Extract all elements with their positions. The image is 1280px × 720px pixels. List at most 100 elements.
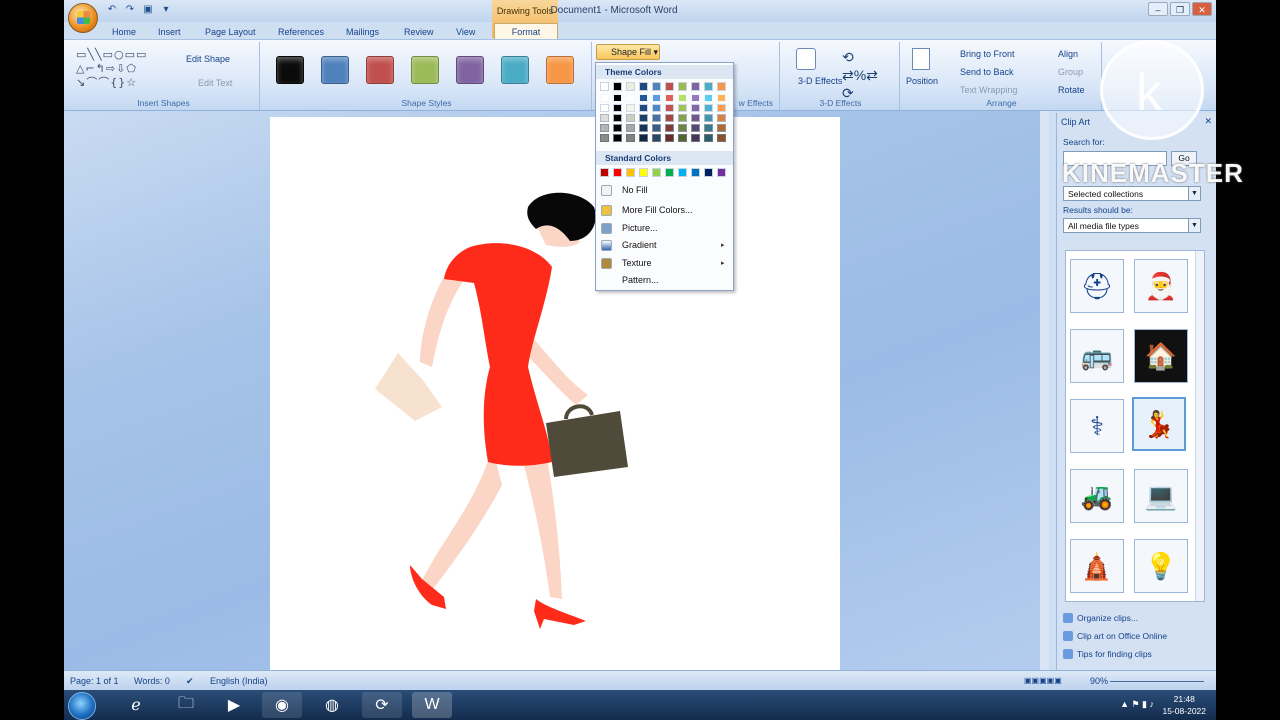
theme-color-cell[interactable] <box>691 114 700 122</box>
theme-color-cell[interactable] <box>600 82 609 91</box>
proofing-icon[interactable]: ✔ <box>186 676 194 687</box>
pattern-item[interactable]: Pattern... <box>622 275 659 285</box>
clip-santa[interactable]: 🎅 <box>1134 259 1188 313</box>
word-icon[interactable]: W <box>412 692 452 718</box>
theme-color-cell[interactable] <box>678 124 687 132</box>
shapes-gallery[interactable]: ▭╲╲▭○▭▭ △⌐↰⇨⇩⬠ ↘⌒⌒{}☆ <box>76 48 176 92</box>
theme-color-cell[interactable] <box>613 82 622 91</box>
edit-shape-button[interactable]: Edit Shape <box>186 54 230 64</box>
clip-caduceus[interactable]: ⚕ <box>1070 399 1124 453</box>
ie-icon[interactable]: ℯ <box>116 692 156 718</box>
theme-color-cell[interactable] <box>652 114 661 122</box>
theme-color-cell[interactable] <box>652 124 661 132</box>
theme-color-cell[interactable] <box>613 94 622 102</box>
results-type-dropdown[interactable]: All media file types ▼ <box>1063 218 1201 233</box>
style-swatch[interactable] <box>366 56 394 84</box>
rotate-button[interactable]: Rotate <box>1058 85 1085 95</box>
theme-color-cell[interactable] <box>639 104 648 112</box>
send-to-back-button[interactable]: Send to Back <box>960 67 1014 77</box>
theme-color-cell[interactable] <box>678 104 687 112</box>
theme-color-cell[interactable] <box>678 82 687 91</box>
style-swatch[interactable] <box>501 56 529 84</box>
minimize-button[interactable]: – <box>1148 2 1168 16</box>
firefox-icon[interactable]: ◍ <box>312 692 352 718</box>
clip-school-bus[interactable]: 🚌 <box>1070 329 1124 383</box>
zoom-slider[interactable] <box>1110 681 1204 682</box>
tray-icons[interactable]: ▲ ⚑ ▮ ♪ <box>1120 699 1154 710</box>
clip-art-online-link[interactable]: Clip art on Office Online <box>1063 631 1167 641</box>
document-page[interactable] <box>270 117 840 677</box>
threed-effects-button[interactable]: 3-D Effects <box>798 76 842 86</box>
clipart-woman-image[interactable] <box>270 117 840 677</box>
tips-link[interactable]: Tips for finding clips <box>1063 649 1152 659</box>
standard-color-cell[interactable] <box>717 168 726 177</box>
theme-color-cell[interactable] <box>639 124 648 132</box>
theme-color-cell[interactable] <box>678 134 687 142</box>
theme-color-cell[interactable] <box>665 124 674 132</box>
undo-icon[interactable]: ↶ <box>106 4 118 16</box>
tab-format[interactable]: Format <box>494 23 558 39</box>
clip-pagoda[interactable]: 🛕 <box>1070 539 1124 593</box>
standard-color-cell[interactable] <box>652 168 661 177</box>
theme-color-cell[interactable] <box>665 104 674 112</box>
theme-color-cell[interactable] <box>665 114 674 122</box>
theme-color-cell[interactable] <box>652 134 661 142</box>
align-button[interactable]: Align <box>1058 49 1078 59</box>
style-swatch[interactable] <box>546 56 574 84</box>
theme-color-cell[interactable] <box>600 114 609 122</box>
language-status[interactable]: English (India) <box>210 676 268 686</box>
theme-color-cell[interactable] <box>678 114 687 122</box>
style-swatch[interactable] <box>456 56 484 84</box>
gallery-scrollbar[interactable] <box>1195 251 1204 601</box>
clip-woman-selected[interactable]: 💃 <box>1132 397 1186 451</box>
redo-icon[interactable]: ↷ <box>124 4 136 16</box>
standard-color-cell[interactable] <box>600 168 609 177</box>
standard-color-cell[interactable] <box>678 168 687 177</box>
bring-to-front-button[interactable]: Bring to Front <box>960 49 1015 59</box>
theme-color-cell[interactable] <box>717 104 726 112</box>
picture-item[interactable]: Picture... <box>601 223 658 234</box>
theme-color-cell[interactable] <box>639 82 648 91</box>
standard-color-cell[interactable] <box>704 168 713 177</box>
theme-color-cell[interactable] <box>613 124 622 132</box>
theme-color-cell[interactable] <box>704 104 713 112</box>
texture-item[interactable]: Texture <box>601 258 652 269</box>
tab-page-layout[interactable]: Page Layout <box>205 24 256 40</box>
vertical-scrollbar[interactable] <box>1040 111 1049 670</box>
theme-color-cell[interactable] <box>717 124 726 132</box>
theme-color-cell[interactable] <box>600 124 609 132</box>
theme-color-cell[interactable] <box>639 94 648 102</box>
theme-color-cell[interactable] <box>691 124 700 132</box>
clip-lightbulb[interactable]: 💡 <box>1134 539 1188 593</box>
theme-color-cell[interactable] <box>691 82 700 91</box>
tab-references[interactable]: References <box>278 24 324 40</box>
theme-color-cell[interactable] <box>704 82 713 91</box>
theme-color-cell[interactable] <box>626 94 635 102</box>
zoom-level[interactable]: 90% <box>1090 676 1108 686</box>
pane-close-icon[interactable]: ✕ <box>1204 116 1212 127</box>
theme-color-cell[interactable] <box>639 114 648 122</box>
clip-house[interactable]: 🏠 <box>1134 329 1188 383</box>
no-fill-item[interactable]: No Fill <box>601 185 648 196</box>
media-player-icon[interactable]: ▶ <box>214 692 254 718</box>
theme-color-cell[interactable] <box>600 94 609 102</box>
theme-color-cell[interactable] <box>626 134 635 142</box>
theme-color-cell[interactable] <box>704 94 713 102</box>
tab-view[interactable]: View <box>456 24 475 40</box>
style-swatch[interactable] <box>276 56 304 84</box>
theme-color-cell[interactable] <box>626 114 635 122</box>
position-button[interactable]: Position <box>906 76 938 86</box>
style-swatch[interactable] <box>321 56 349 84</box>
organize-clips-link[interactable]: Organize clips... <box>1063 613 1138 623</box>
tab-insert[interactable]: Insert <box>158 24 181 40</box>
start-button[interactable] <box>68 692 96 720</box>
more-fill-colors-item[interactable]: More Fill Colors... <box>601 205 693 216</box>
theme-color-cell[interactable] <box>639 134 648 142</box>
theme-color-cell[interactable] <box>691 134 700 142</box>
theme-color-cell[interactable] <box>600 134 609 142</box>
clip-forklift[interactable]: 🚜 <box>1070 469 1124 523</box>
clock[interactable]: 21:48 15-08-2022 <box>1163 693 1206 717</box>
theme-color-cell[interactable] <box>600 104 609 112</box>
style-swatch[interactable] <box>411 56 439 84</box>
standard-color-cell[interactable] <box>639 168 648 177</box>
